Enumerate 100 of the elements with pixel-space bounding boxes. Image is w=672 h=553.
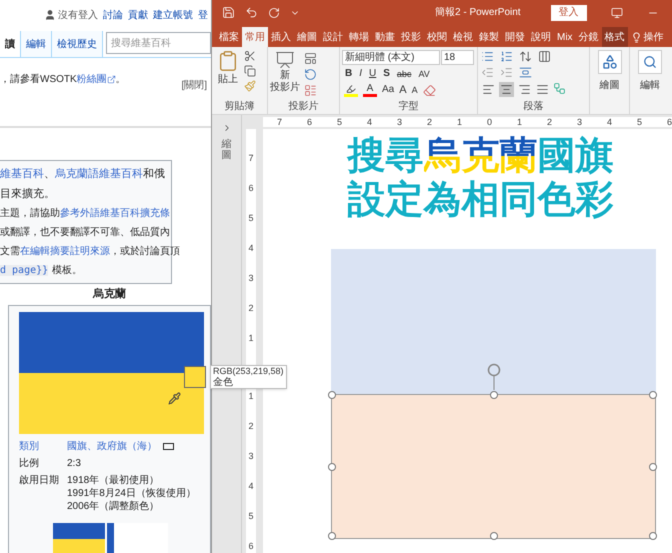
template-code: d page}} <box>0 265 48 276</box>
resize-handle[interactable] <box>649 391 657 399</box>
font-size-field[interactable]: 18 <box>441 50 474 65</box>
format-button[interactable]: B <box>345 67 352 81</box>
ribbon-tab[interactable]: 說明 <box>528 27 554 47</box>
infobox-value[interactable]: 國旗、政府旗（海） <box>67 440 157 452</box>
resize-handle[interactable] <box>328 532 336 540</box>
case-button[interactable]: Aa <box>382 83 394 97</box>
infobox-label: 啟用日期 <box>19 474 60 488</box>
wiki-link[interactable]: 參考外語維基百科擴充條 <box>60 208 170 219</box>
ribbon-tab[interactable]: 分鏡 <box>576 27 602 47</box>
drawing-label: 繪圖 <box>600 79 620 93</box>
group-label: 剪貼簿 <box>224 100 256 114</box>
ribbon-tab[interactable]: 格式 <box>602 27 628 47</box>
ribbon-tab[interactable]: 錄製 <box>476 27 502 47</box>
wiki-link[interactable]: 維基百科 <box>0 168 44 180</box>
grow-font-button[interactable]: A <box>399 83 407 97</box>
smartart-icon <box>553 82 566 95</box>
page-tab[interactable]: 檢視歷史 <box>52 31 103 57</box>
indent-increase-icon <box>500 66 513 79</box>
lightbulb-icon <box>630 32 642 42</box>
format-button[interactable]: abc <box>396 67 412 81</box>
ribbon-tab[interactable]: 設計 <box>320 27 346 47</box>
resize-handle[interactable] <box>328 391 336 399</box>
thumbnails-label: 縮圖 <box>222 139 232 161</box>
group-label: 段落 <box>522 100 544 114</box>
infobox-value: 2006年（調整顏色） <box>67 500 160 512</box>
layout-icon <box>304 52 317 65</box>
ribbon-tab[interactable]: 開發 <box>502 27 528 47</box>
flag-ratio-icon <box>163 442 174 450</box>
undo-icon <box>245 6 258 19</box>
infobox-label: 比例 <box>19 456 40 470</box>
page-tab[interactable]: 編輯 <box>21 31 52 57</box>
ribbon-tab[interactable]: 轉場 <box>346 27 372 47</box>
infobox-label[interactable]: 類別 <box>19 440 67 452</box>
columns-icon <box>538 50 551 63</box>
format-button[interactable]: I <box>359 67 362 81</box>
close-link[interactable]: [關閉] <box>181 78 207 93</box>
save-icon <box>222 6 235 19</box>
shapes-icon <box>602 54 618 70</box>
eyedropper-icon <box>168 392 181 405</box>
resize-handle[interactable] <box>649 532 657 540</box>
eraser-icon <box>422 84 436 96</box>
format-button[interactable]: S <box>383 67 390 81</box>
numbering-icon <box>500 50 513 63</box>
format-button[interactable]: AV <box>418 67 430 81</box>
resize-handle[interactable] <box>490 532 498 540</box>
ribbon-tab[interactable]: 繪圖 <box>294 27 320 47</box>
notice-text: 主題，請協助 <box>0 208 60 219</box>
notice-text: 或翻譯，也不要翻譯不可靠、低品質內 <box>0 227 170 238</box>
notice-text: 目來擴充。 <box>0 188 55 200</box>
ribbon-display-icon <box>610 6 623 18</box>
shrink-font-button[interactable]: A <box>412 83 418 97</box>
highlight-button[interactable] <box>344 84 358 96</box>
copy-icon <box>244 65 256 77</box>
ribbon-tab[interactable]: 插入 <box>268 27 294 47</box>
tell-me-tab[interactable]: 操作 <box>628 27 664 47</box>
font-name-field[interactable]: 新細明體 (本文) <box>342 50 440 65</box>
font-color-button[interactable]: A <box>363 84 377 96</box>
new-slide-button[interactable]: 新 投影片 <box>270 50 300 97</box>
wiki-link[interactable]: 在編輯摘要註明來源 <box>20 246 110 257</box>
align-button[interactable] <box>499 82 514 97</box>
notice-text: ，請參看WSOTK <box>0 72 77 87</box>
ribbon-tab[interactable]: 檢視 <box>450 27 476 47</box>
paste-button[interactable]: 貼上 <box>214 50 242 92</box>
indent-decrease-icon <box>481 66 494 79</box>
ribbon-tab[interactable]: 校閱 <box>424 27 450 47</box>
format-painter-icon <box>244 80 256 92</box>
color-tooltip: RGB(253,219,58) 金色 <box>210 365 287 389</box>
header-link[interactable]: 貢獻 <box>128 8 148 22</box>
resize-handle[interactable] <box>490 391 498 399</box>
slide-title-line: 設定為相同色彩 <box>348 178 614 222</box>
ribbon-tab[interactable]: 檔案 <box>216 27 242 47</box>
sign-in-button[interactable]: 登入 <box>550 4 587 20</box>
search-field[interactable]: 搜尋維基百科 <box>106 32 211 54</box>
text-align-icon <box>519 66 532 79</box>
wiki-link[interactable]: 烏克蘭語維基百科 <box>55 168 143 180</box>
rotate-handle-icon[interactable] <box>486 362 502 390</box>
resize-handle[interactable] <box>649 463 657 471</box>
ribbon-tab[interactable]: 常用 <box>242 27 268 47</box>
notice-text: 模板。 <box>52 265 82 276</box>
ribbon-tab[interactable]: 動畫 <box>372 27 398 47</box>
cut-icon <box>244 50 256 62</box>
shapes-button[interactable] <box>598 50 622 74</box>
find-button[interactable] <box>638 50 662 74</box>
header-link[interactable]: 登 <box>198 8 208 22</box>
horizontal-ruler: 7 6 5 4 3 2 1 0 1 2 3 4 5 6 <box>263 117 672 127</box>
fan-page-link[interactable]: 粉絲團 <box>76 72 107 87</box>
notice-text: 和俄 <box>143 168 165 180</box>
ribbon-tab[interactable]: 投影 <box>398 27 424 47</box>
resize-handle[interactable] <box>328 463 336 471</box>
search-icon <box>643 55 657 69</box>
ribbon-tab[interactable]: Mix <box>554 27 576 47</box>
notice-text: ，或於討論頁頂 <box>110 246 180 257</box>
format-button[interactable]: U <box>369 67 376 81</box>
header-link[interactable]: 建立帳號 <box>153 8 193 22</box>
notice-text: 。 <box>116 73 126 87</box>
header-link[interactable]: 討論 <box>103 8 123 22</box>
clipboard-icon <box>217 50 239 72</box>
reset-icon <box>304 68 317 81</box>
